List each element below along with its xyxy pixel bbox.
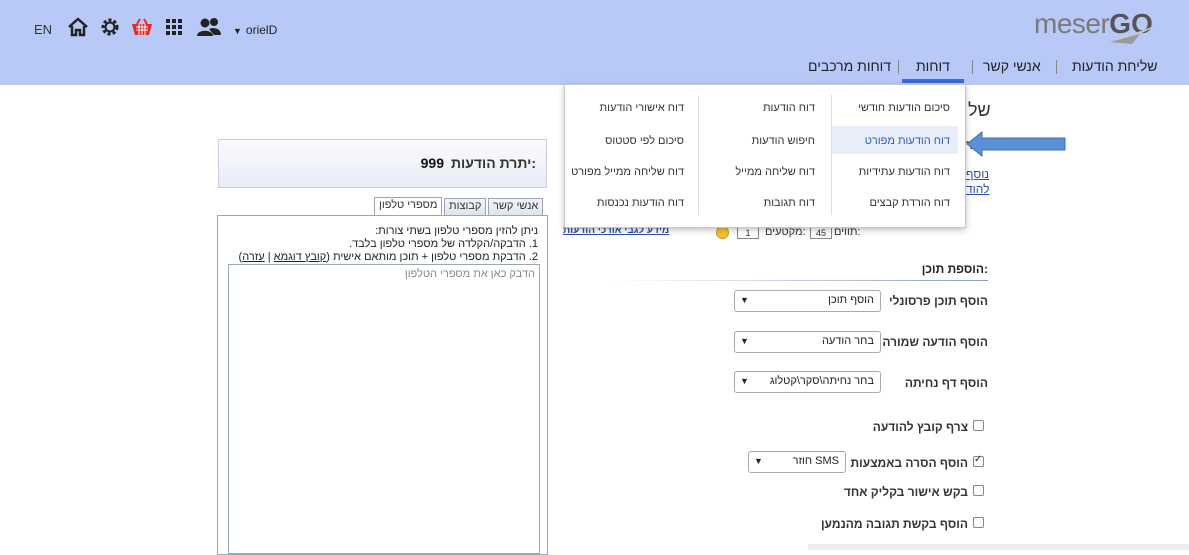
menu-item-delivery-receipts[interactable]: דוח אישורי הודעות — [565, 102, 691, 114]
chevron-down-icon: ▼ — [740, 376, 749, 386]
reports-dropdown-menu: סיכום הודעות חודשי דוח הודעות מפורט דוח … — [564, 84, 966, 228]
chevron-down-icon: ▼ — [754, 456, 763, 466]
attach-file-label: צרף קובץ להודעה — [872, 420, 968, 434]
landing-page-select[interactable]: ▼ בחר נחיתה\סקר\קטלוג — [734, 371, 881, 393]
cart-icon[interactable] — [130, 15, 154, 39]
menu-item-detailed-report[interactable]: דוח הודעות מפורט — [832, 126, 958, 154]
instructions-line2: 2. הדבקת מספרי טלפון + תוכן מותאם אישית … — [239, 251, 538, 263]
logo[interactable]: meserGO — [1034, 8, 1160, 48]
menu-item-replies[interactable]: דוח תגובות — [699, 197, 825, 209]
menu-item-incoming-messages[interactable]: דוח הודעות נכנסות — [565, 197, 691, 209]
link-fragment-line2: להוד — [966, 182, 990, 196]
caret-down-icon: ▼ — [233, 26, 242, 36]
tab-groups[interactable]: קבוצות — [444, 198, 487, 215]
pointer-arrow-icon — [966, 130, 1066, 158]
menu-item-search-messages[interactable]: חיפוש הודעות — [699, 135, 825, 147]
user-name: orielD — [245, 23, 278, 37]
nav-divider — [1056, 60, 1057, 74]
one-click-confirm-checkbox[interactable] — [973, 485, 984, 496]
tab-phone-numbers[interactable]: מספרי טלפון — [374, 197, 443, 215]
chevron-down-icon: ▼ — [740, 336, 749, 346]
saved-message-label: הוסף הודעה שמורה — [882, 335, 988, 349]
sample-file-link[interactable]: קובץ דוגמא — [274, 251, 327, 263]
nav-active-indicator — [902, 79, 964, 83]
removal-label: הוסף הסרה באמצעות — [850, 456, 968, 470]
instructions-line1: 1. הדבקה/הקלדה של מספרי טלפון בלבד. — [349, 238, 538, 250]
language-switch[interactable]: EN — [34, 22, 52, 37]
users-icon[interactable] — [195, 15, 223, 39]
apps-grid-icon[interactable] — [162, 15, 186, 39]
attach-file-checkbox[interactable] — [973, 420, 984, 431]
add-content-title: הוספת תוכן: — [921, 262, 988, 276]
parts-count: 1 — [737, 227, 759, 239]
link-separator: | — [264, 251, 274, 263]
link-fragment-line1: נוסף — [966, 167, 990, 181]
personal-content-value: הוסף תוכן — [828, 294, 874, 306]
saved-message-value: בחר הודעה — [821, 335, 874, 347]
saved-message-select[interactable]: ▼ בחר הודעה — [734, 331, 881, 353]
chevron-down-icon: ▼ — [740, 295, 749, 305]
help-link[interactable]: עזרה — [242, 251, 264, 263]
logo-text: meser — [1034, 8, 1110, 39]
gear-icon[interactable] — [98, 15, 122, 39]
personal-content-label: הוסף תוכן פרסונלי — [888, 294, 988, 308]
menu-item-downloads[interactable]: דוח הורדת קבצים — [832, 197, 958, 209]
tab-contacts[interactable]: אנשי קשר — [488, 198, 544, 215]
chars-count: 45 — [810, 227, 832, 239]
link-fragment[interactable]: נוסף להוד — [966, 167, 990, 197]
user-menu[interactable]: ▼ orielD — [233, 23, 277, 37]
personal-content-select[interactable]: ▼ הוסף תוכן — [734, 290, 881, 312]
menu-item-monthly-summary[interactable]: סיכום הודעות חודשי — [832, 102, 958, 114]
page-title-fragment: של — [968, 100, 991, 120]
section-divider — [610, 280, 988, 281]
instructions-line0: ניתן להזין מספרי טלפון בשתי צורות: — [375, 225, 538, 237]
home-icon[interactable] — [66, 15, 90, 39]
reply-request-label: הוסף בקשת תגובה מהנמען — [820, 517, 968, 531]
one-click-confirm-label: בקש אישור בקליק אחד — [843, 485, 968, 499]
menu-item-email-sending-detailed[interactable]: דוח שליחה ממייל מפורט — [565, 166, 691, 178]
nav-divider — [898, 60, 899, 74]
nav-contacts[interactable]: אנשי קשר — [983, 58, 1041, 74]
reply-request-checkbox[interactable] — [973, 517, 984, 528]
removal-checkbox[interactable] — [973, 454, 984, 467]
menu-item-email-sending[interactable]: דוח שליחה ממייל — [699, 166, 825, 178]
menu-item-status-summary[interactable]: סיכום לפי סטטוס — [565, 135, 691, 147]
balance-box: יתרת הודעות: 999 — [218, 139, 547, 188]
bottom-bar — [808, 544, 1189, 550]
menu-item-future-messages[interactable]: דוח הודעות עתידיות — [832, 166, 958, 178]
nav-composite-reports[interactable]: דוחות מרכבים — [808, 58, 891, 74]
instructions-text: 2. הדבקת מספרי טלפון + תוכן מותאם אישית … — [326, 251, 538, 263]
phone-numbers-textarea[interactable]: הדבק כאן את מספרי הטלפון — [228, 264, 540, 554]
nav-divider — [972, 60, 973, 74]
landing-page-label: הוסף דף נחיתה — [904, 376, 988, 390]
nav-send-messages[interactable]: שליחת הודעות — [1072, 58, 1158, 74]
removal-method-value: SMS חוזר — [792, 455, 839, 467]
removal-method-select[interactable]: ▼ SMS חוזר — [748, 451, 846, 473]
menu-item-messages-report[interactable]: דוח הודעות — [699, 102, 825, 114]
nav-reports[interactable]: דוחות — [916, 58, 950, 74]
balance-label: יתרת הודעות: — [450, 155, 536, 171]
balance-value: 999 — [420, 155, 444, 171]
landing-page-value: בחר נחיתה\סקר\קטלוג — [769, 375, 874, 387]
